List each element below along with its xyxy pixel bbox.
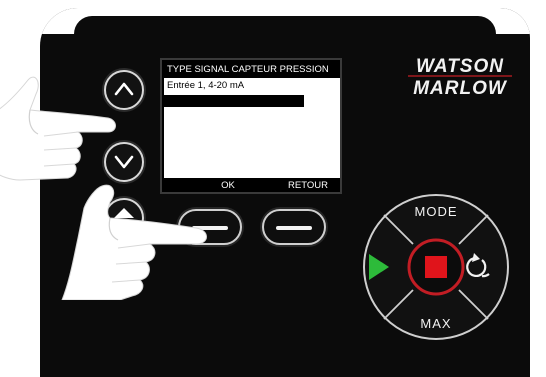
watson-marlow-logo: WATSON MARLOW <box>408 56 512 99</box>
stop-button[interactable] <box>407 238 465 296</box>
logo-line-1: WATSON <box>416 56 504 77</box>
stop-icon <box>425 256 447 278</box>
max-button[interactable]: MAX <box>420 316 451 331</box>
max-label: MAX <box>420 316 451 331</box>
pointing-hands-illustration <box>0 76 207 300</box>
control-ring: MODE MAX <box>363 194 509 340</box>
softkey-right-button[interactable] <box>262 209 326 245</box>
panel-top-bevel <box>74 16 496 34</box>
dash-icon <box>276 226 312 230</box>
mode-label: MODE <box>415 204 458 219</box>
softkey-right-label: RETOUR <box>288 180 328 191</box>
logo-line-2: MARLOW <box>413 78 508 99</box>
mode-button[interactable]: MODE <box>415 204 458 219</box>
